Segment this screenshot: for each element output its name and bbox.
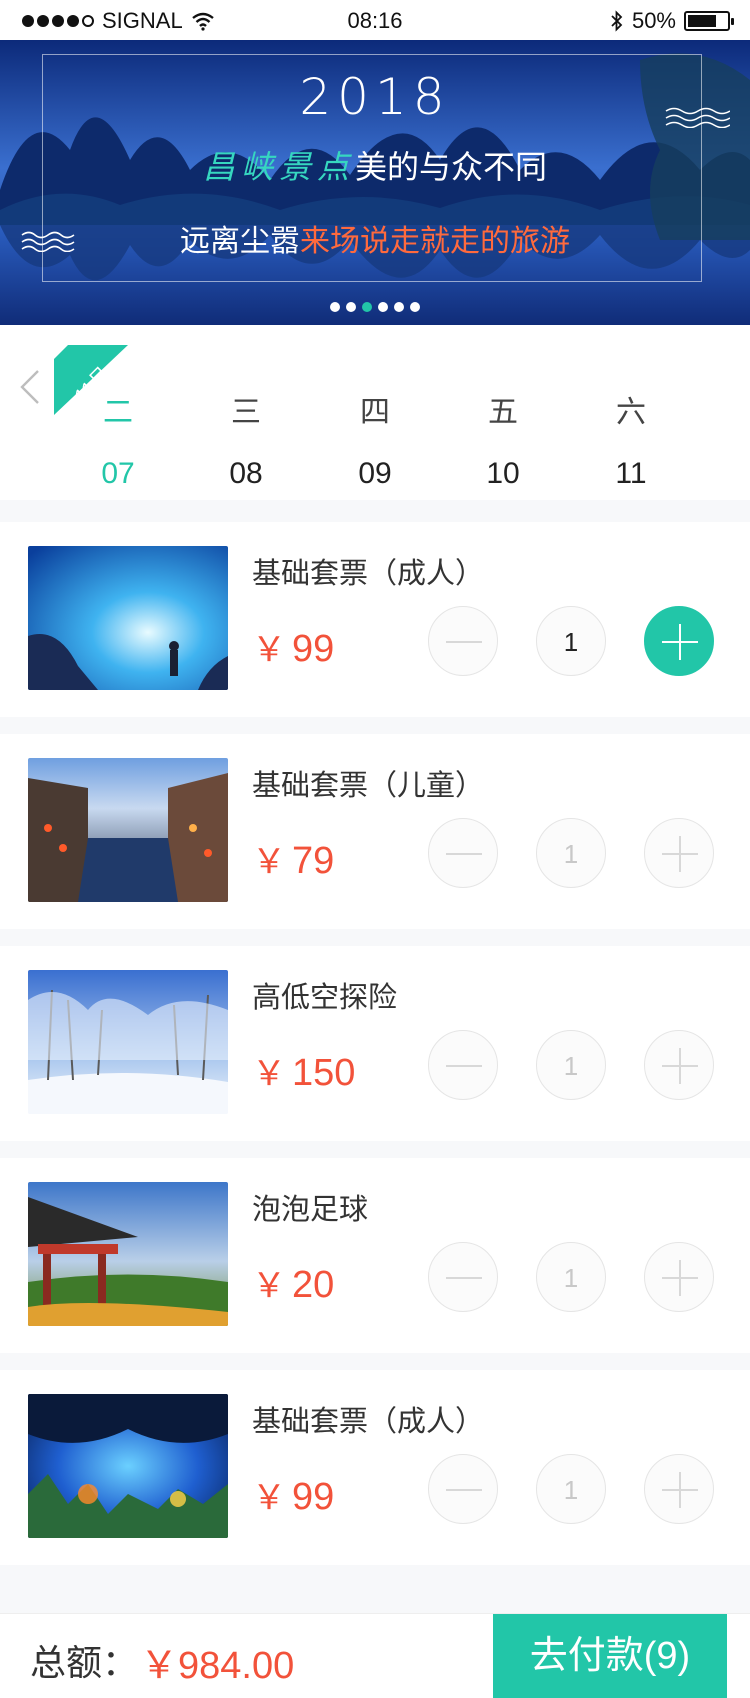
increase-button[interactable]: [644, 1242, 714, 1312]
increase-button[interactable]: [644, 1030, 714, 1100]
checkout-bar: 总额： ￥984.00 去付款(9): [0, 1613, 750, 1698]
pager-dot[interactable]: [394, 302, 404, 312]
pavilion-image: [28, 1182, 228, 1326]
promo-banner[interactable]: 2018 昌峡景点美的与众不同 远离尘嚣来场说走就走的旅游: [0, 40, 750, 325]
weekday-label: 二: [103, 396, 133, 429]
ticket-item[interactable]: 泡泡足球 ￥ 20 1: [0, 1158, 750, 1353]
banner-title: 昌峡景点美的与众不同: [0, 142, 750, 188]
status-right: 50%: [610, 8, 734, 34]
pager-dot[interactable]: [410, 302, 420, 312]
date-item-07[interactable]: 二 07: [58, 325, 178, 491]
ticket-item[interactable]: 基础套票（成人） ￥ 99 1: [0, 1370, 750, 1565]
total-amount: ￥984.00: [140, 1645, 295, 1687]
pager-dot[interactable]: [330, 302, 340, 312]
date-label: 08: [229, 457, 263, 490]
decrease-button[interactable]: [428, 606, 498, 676]
ticket-name: 基础套票（成人）: [252, 558, 485, 590]
weekday-label: 三: [231, 396, 261, 429]
minus-icon: [446, 641, 482, 643]
banner-title-rest: 美的与众不同: [355, 149, 548, 185]
bluetooth-icon: [611, 10, 623, 32]
date-label: 11: [615, 457, 647, 490]
banner-subtitle-plain: 远离尘嚣: [180, 225, 300, 258]
snow-forest-image: [28, 970, 228, 1114]
minus-icon: [446, 1277, 482, 1279]
banner-subtitle-highlight: 来场说走就走的旅游: [300, 225, 570, 258]
increase-button[interactable]: [644, 1454, 714, 1524]
ticket-name: 基础套票（儿童）: [252, 770, 485, 802]
total-label: 总额：: [30, 1642, 139, 1683]
ticket-name: 高低空探险: [252, 982, 398, 1014]
date-picker: 11月 二 07 三 08 四 09 五 10 六 11: [0, 325, 750, 500]
decrease-button[interactable]: [428, 818, 498, 888]
date-item-09[interactable]: 四 09: [315, 325, 435, 491]
weekday-label: 四: [360, 396, 390, 429]
quantity-value: 1: [536, 1030, 606, 1100]
chevron-left-icon[interactable]: [18, 367, 42, 407]
weekday-label: 六: [616, 396, 646, 429]
wave-decoration-icon: [665, 107, 730, 128]
date-label: 07: [101, 457, 135, 490]
banner-subtitle: 远离尘嚣来场说走就走的旅游: [0, 216, 750, 260]
ticket-price: ￥ 99: [252, 628, 335, 670]
date-item-08[interactable]: 三 08: [186, 325, 306, 491]
ticket-price: ￥ 20: [252, 1264, 335, 1306]
ticket-price: ￥ 99: [252, 1476, 335, 1518]
ticket-price: ￥ 79: [252, 840, 335, 882]
ice-cave-image: [28, 546, 228, 690]
ticket-name: 泡泡足球: [252, 1194, 369, 1226]
quantity-value: 1: [536, 818, 606, 888]
banner-title-accent: 昌峡景点: [202, 149, 355, 185]
decrease-button[interactable]: [428, 1030, 498, 1100]
increase-button[interactable]: [644, 606, 714, 676]
minus-icon: [446, 853, 482, 855]
water-town-image: [28, 758, 228, 902]
ticket-item[interactable]: 高低空探险 ￥ 150 1: [0, 946, 750, 1141]
banner-year: 2018: [299, 68, 451, 126]
ticket-item[interactable]: 基础套票（儿童） ￥ 79 1: [0, 734, 750, 929]
decrease-button[interactable]: [428, 1454, 498, 1524]
ticket-price: ￥ 150: [252, 1052, 356, 1094]
date-item-11[interactable]: 六 11: [571, 325, 691, 491]
status-bar: SIGNAL 08:16 50%: [0, 0, 750, 40]
quantity-value: 1: [536, 1454, 606, 1524]
date-label: 10: [486, 457, 520, 490]
ticket-item[interactable]: 基础套票（成人） ￥ 99 1: [0, 522, 750, 717]
battery-icon: [684, 11, 734, 31]
ticket-name: 基础套票（成人）: [252, 1406, 485, 1438]
pager-dot[interactable]: [378, 302, 388, 312]
banner-pager[interactable]: [0, 302, 750, 312]
minus-icon: [446, 1489, 482, 1491]
increase-button[interactable]: [644, 818, 714, 888]
battery-percent: 50%: [631, 8, 676, 33]
pager-dot[interactable]: [346, 302, 356, 312]
date-item-10[interactable]: 五 10: [443, 325, 563, 491]
wave-decoration-icon: [21, 231, 75, 252]
minus-icon: [446, 1065, 482, 1067]
quantity-value: 1: [536, 606, 606, 676]
weekday-label: 五: [488, 396, 518, 429]
karst-cave-image: [28, 1394, 228, 1538]
pager-dot-active[interactable]: [362, 302, 372, 312]
date-label: 09: [358, 457, 392, 490]
pay-button[interactable]: 去付款(9): [493, 1614, 727, 1698]
quantity-value: 1: [536, 1242, 606, 1312]
decrease-button[interactable]: [428, 1242, 498, 1312]
